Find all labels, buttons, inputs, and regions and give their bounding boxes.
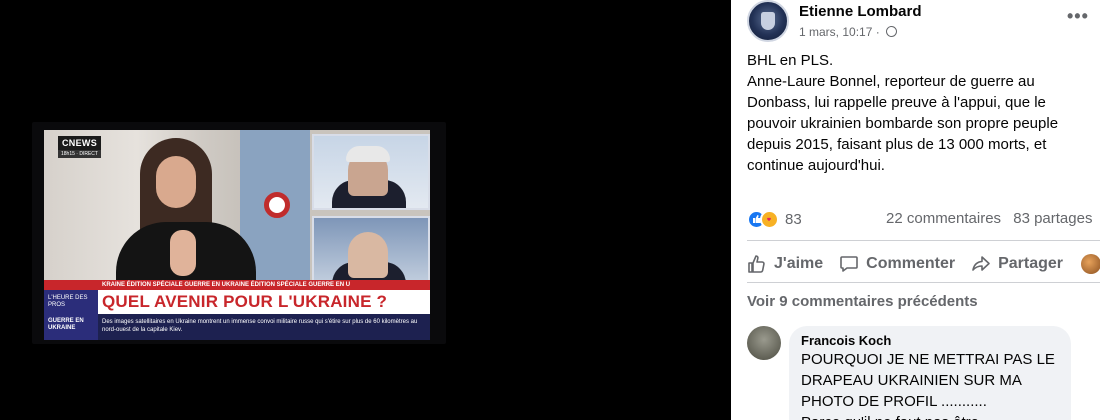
tv-headline: QUEL AVENIR POUR L'UKRAINE ?: [102, 292, 388, 311]
info-bar: GUERRE EN UKRAINE Des images satellitair…: [44, 314, 430, 340]
comment-icon: [840, 256, 858, 272]
commenter-avatar[interactable]: [747, 326, 781, 360]
more-icon[interactable]: •••: [1067, 6, 1089, 27]
page-avatar: [1081, 254, 1100, 274]
info-text: Des images satellitaires en Ukraine mont…: [102, 319, 418, 333]
post-body-line1: BHL en PLS.: [747, 52, 834, 69]
action-bar: J'aime Commenter Partager ▼: [747, 252, 1100, 276]
presenter-face: [156, 156, 196, 208]
comment-text: POURQUOI JE NE METTRAI PAS LE DRAPEAU UK…: [801, 351, 1055, 410]
author-avatar[interactable]: [747, 0, 789, 42]
shares-count[interactable]: 83 partages: [1013, 210, 1092, 227]
comment-text-more: Parce qu'il ne faut pas être: [801, 412, 1059, 420]
post-body: BHL en PLS. Anne-Laure Bonnel, reporteur…: [747, 50, 1092, 176]
author-name[interactable]: Etienne Lombard: [799, 3, 922, 20]
comment-bubble: Francois Koch POURQUOI JE NE METTRAI PAS…: [789, 326, 1071, 420]
channel-logo: CNEWS: [58, 136, 101, 150]
like-label: J'aime: [774, 255, 824, 272]
divider: [747, 240, 1100, 241]
post-body-line2: Anne-Laure Bonnel, reporteur de guerre a…: [747, 73, 1059, 174]
post-timestamp[interactable]: 1 mars, 10:17 ·: [799, 25, 880, 39]
share-icon: [972, 256, 990, 271]
reaction-as-selector[interactable]: ▼: [1081, 254, 1100, 274]
globe-icon: [886, 26, 898, 37]
show-tag: L'HEURE DES PROS: [44, 290, 98, 314]
reaction-count: 83: [785, 210, 802, 228]
tv-photo: CNEWS 18h15 · DIRECT KRAINE ÉDITION SPÉC…: [32, 122, 446, 344]
share-button[interactable]: Partager: [971, 254, 1063, 274]
news-ticker: KRAINE ÉDITION SPÉCIALE GUERRE EN UKRAIN…: [44, 280, 430, 290]
previous-comments-link[interactable]: Voir 9 commentaires précédents: [747, 293, 978, 310]
like-button[interactable]: J'aime: [747, 254, 823, 274]
post-meta: 1 mars, 10:17 ·: [799, 25, 898, 39]
comment-button[interactable]: Commenter: [839, 254, 955, 274]
post-panel: Etienne Lombard 1 mars, 10:17 · ••• BHL …: [731, 0, 1100, 420]
guest-hair: [346, 146, 390, 162]
commenter-name[interactable]: Francois Koch: [801, 333, 1059, 349]
studio-sign: [264, 192, 290, 218]
thumbs-up-icon: [748, 255, 765, 273]
comments-count[interactable]: 22 commentaires: [886, 210, 1001, 227]
media-viewer[interactable]: CNEWS 18h15 · DIRECT KRAINE ÉDITION SPÉC…: [0, 0, 731, 420]
guest-inset-top: [312, 134, 430, 210]
post-stats: 22 commentaires 83 partages: [886, 210, 1092, 227]
tv-screen: CNEWS 18h15 · DIRECT KRAINE ÉDITION SPÉC…: [44, 130, 430, 340]
guest-face: [348, 232, 388, 278]
comment-label: Commenter: [866, 255, 956, 272]
reaction-summary[interactable]: 83: [747, 208, 802, 230]
presenter-hand: [170, 230, 196, 276]
share-label: Partager: [998, 255, 1063, 272]
divider: [747, 282, 1100, 283]
lower-third: L'HEURE DES PROS QUEL AVENIR POUR L'UKRA…: [44, 290, 430, 314]
live-badge: 18h15 · DIRECT: [58, 150, 101, 158]
love-reaction-icon: [760, 209, 779, 229]
info-tag: GUERRE EN UKRAINE: [44, 314, 98, 340]
